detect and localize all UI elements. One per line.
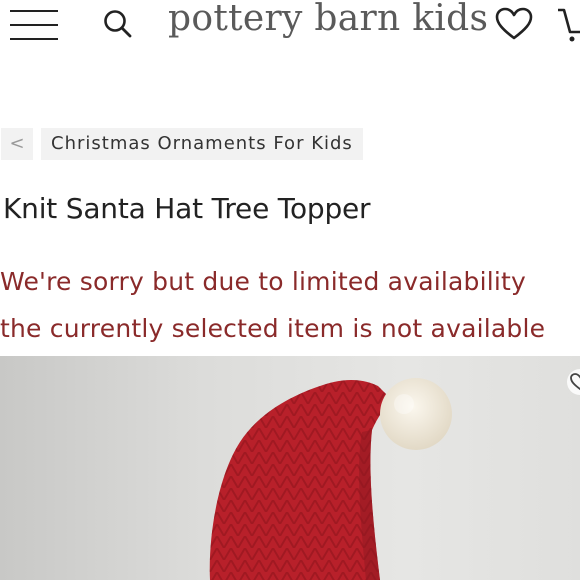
menu-icon-line xyxy=(10,24,58,26)
wishlist-button[interactable] xyxy=(494,6,534,42)
availability-notice: We're sorry but due to limited availabil… xyxy=(0,258,580,352)
menu-icon-line xyxy=(10,10,58,12)
heart-icon xyxy=(495,7,533,40)
product-image[interactable] xyxy=(0,356,580,580)
availability-notice-line: We're sorry but due to limited availabil… xyxy=(0,267,527,296)
knit-santa-hat-illustration xyxy=(209,378,452,580)
favorite-icon xyxy=(567,369,580,395)
menu-button[interactable] xyxy=(10,8,58,40)
site-header: pottery barn kids xyxy=(0,0,580,52)
menu-icon-line xyxy=(10,38,58,40)
favorite-button[interactable] xyxy=(566,368,580,396)
search-button[interactable] xyxy=(100,6,134,40)
cart-icon xyxy=(558,8,580,42)
breadcrumb-category-link[interactable]: Christmas Ornaments For Kids xyxy=(41,128,363,160)
product-title: Knit Santa Hat Tree Topper xyxy=(3,192,371,225)
availability-notice-line: the currently selected item is not avail… xyxy=(0,314,546,343)
search-icon xyxy=(104,10,132,38)
breadcrumb-back-button[interactable]: < xyxy=(1,128,33,160)
site-logo[interactable]: pottery barn kids xyxy=(168,0,488,39)
cart-button[interactable] xyxy=(556,4,580,44)
